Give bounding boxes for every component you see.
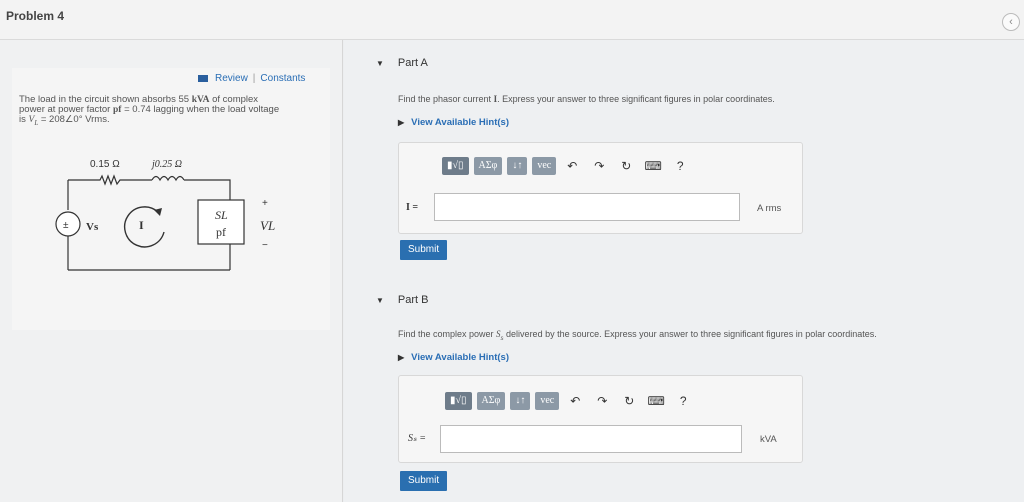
load-label-top: SL — [215, 208, 228, 222]
vl-label: VL — [260, 218, 275, 233]
hint-label: View Available Hint(s) — [411, 117, 509, 128]
keyboard-icon[interactable]: ⌨ — [642, 159, 664, 173]
instruction-text: delivered by the source. Express your an… — [503, 329, 877, 339]
statement-text: = 208∠0° Vrms. — [38, 114, 110, 125]
parts-pane: ▼ Part A Find the phasor current I. Expre… — [344, 40, 1024, 502]
minus-sign: − — [262, 240, 268, 251]
problem-title: Problem 4 — [6, 9, 65, 23]
part-b-instruction: Find the complex power Ss delivered by t… — [398, 329, 877, 342]
current-label: I — [139, 218, 144, 232]
source-polarity: ± — [63, 220, 69, 231]
undo-icon[interactable]: ↶ — [561, 159, 583, 173]
part-a-unit: A rms — [757, 203, 782, 214]
inductor-symbol — [151, 175, 231, 200]
keyboard-icon[interactable]: ⌨ — [645, 394, 667, 408]
part-b-unit: kVA — [760, 434, 777, 445]
part-a-math-toolbar: ▮√▯ ΑΣφ ↓↑ vec ↶ ↷ ↻ ⌨ ? — [442, 157, 691, 175]
statement-text: = 0.74 lagging when the load voltage — [121, 104, 280, 115]
part-b-title: Part B — [397, 294, 429, 306]
part-a-submit-button[interactable]: Submit — [400, 240, 448, 260]
part-b-math-toolbar: ▮√▯ ΑΣφ ↓↑ vec ↶ ↷ ↻ ⌨ ? — [445, 392, 694, 410]
caret-down-icon: ▼ — [376, 59, 384, 68]
hint-label: View Available Hint(s) — [411, 352, 509, 363]
arrows-button[interactable]: ↓↑ — [510, 392, 531, 410]
circuit-svg: 0.15 Ω j0.25 Ω ± Vs I SL pf + − VL — [55, 159, 275, 271]
greek-symbols-button[interactable]: ΑΣφ — [473, 157, 503, 175]
resistor-label: 0.15 Ω — [90, 159, 120, 170]
review-link[interactable]: Review — [215, 73, 248, 84]
problem-pane: Review | Constants The load in the circu… — [0, 40, 343, 502]
caret-right-icon: ▶ — [398, 118, 405, 127]
reset-icon[interactable]: ↻ — [615, 159, 637, 173]
part-a-title: Part A — [397, 57, 428, 69]
vector-button[interactable]: vec — [535, 392, 560, 410]
source-label: Vs — [86, 221, 99, 233]
review-constants-links: Review | Constants — [198, 73, 305, 84]
instruction-text: Find the complex power — [398, 329, 497, 339]
vector-button[interactable]: vec — [532, 157, 557, 175]
part-b-submit-button[interactable]: Submit — [400, 471, 448, 491]
undo-icon[interactable]: ↶ — [564, 394, 586, 408]
statement-text: is — [19, 114, 29, 125]
part-b-header[interactable]: ▼ Part B — [376, 294, 429, 306]
templates-button[interactable]: ▮√▯ — [445, 392, 472, 410]
review-icon — [198, 75, 208, 82]
reactance-label: j0.25 Ω — [150, 159, 182, 170]
part-a-header[interactable]: ▼ Part A — [376, 57, 428, 69]
instruction-text: . Express your answer to three significa… — [497, 94, 775, 104]
templates-button[interactable]: ▮√▯ — [442, 157, 469, 175]
plus-sign: + — [262, 198, 268, 209]
chevron-left-icon[interactable]: ‹ — [1002, 13, 1020, 31]
caret-down-icon: ▼ — [376, 296, 384, 305]
redo-icon[interactable]: ↷ — [588, 159, 610, 173]
part-b-input-label: Sₛ = — [408, 433, 426, 444]
part-a-input-label: I = — [406, 202, 419, 213]
part-b-answer-input[interactable] — [440, 425, 742, 453]
part-a-answer-input[interactable] — [434, 193, 740, 221]
help-icon[interactable]: ? — [672, 394, 694, 408]
constants-link[interactable]: Constants — [260, 73, 305, 84]
redo-icon[interactable]: ↷ — [591, 394, 613, 408]
part-a-hint-link[interactable]: ▶ View Available Hint(s) — [398, 117, 509, 128]
resistor-symbol — [68, 174, 152, 186]
load-label-bottom: pf — [216, 225, 226, 239]
instruction-text: Find the phasor current — [398, 94, 494, 104]
link-separator: | — [252, 73, 256, 84]
help-icon[interactable]: ? — [669, 159, 691, 173]
caret-right-icon: ▶ — [398, 353, 405, 362]
greek-symbols-button[interactable]: ΑΣφ — [476, 392, 506, 410]
arrows-button[interactable]: ↓↑ — [507, 157, 528, 175]
part-a-instruction: Find the phasor current I. Express your … — [398, 94, 775, 104]
reset-icon[interactable]: ↻ — [618, 394, 640, 408]
top-bar: Problem 4 ‹ — [0, 0, 1024, 40]
circuit-diagram: 0.15 Ω j0.25 Ω ± Vs I SL pf + − VL — [40, 152, 290, 280]
part-b-hint-link[interactable]: ▶ View Available Hint(s) — [398, 352, 509, 363]
problem-statement: The load in the circuit shown absorbs 55… — [19, 95, 324, 128]
